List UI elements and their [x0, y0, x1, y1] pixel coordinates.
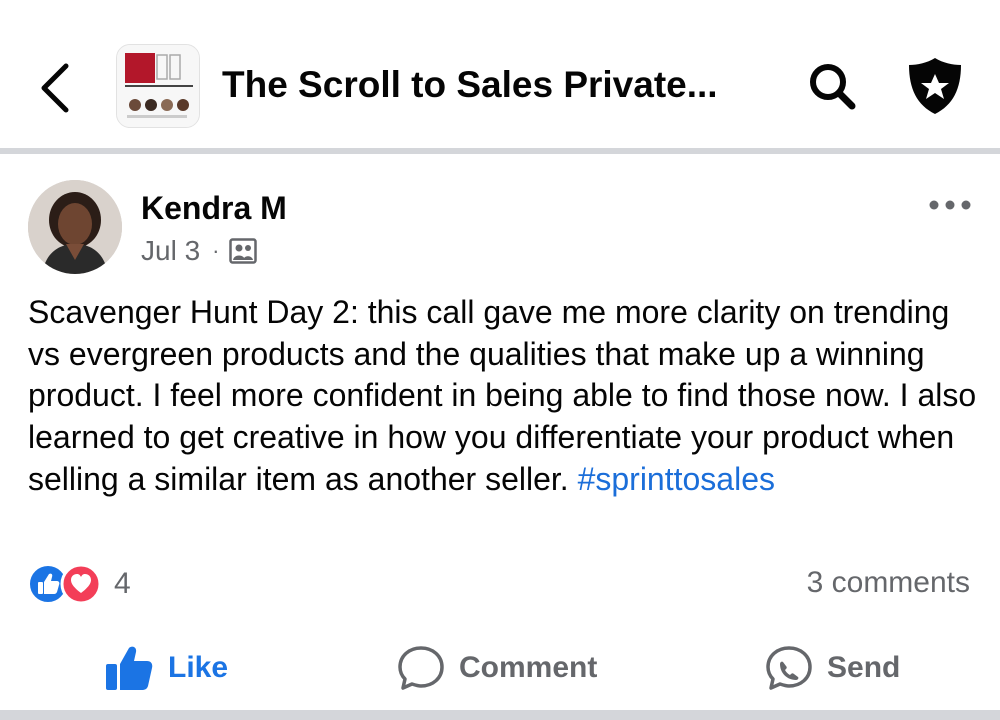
chevron-left-icon: [41, 63, 69, 113]
group-logo-image: [117, 45, 199, 127]
send-label: Send: [827, 651, 901, 684]
post-options-button[interactable]: [925, 195, 975, 215]
more-horizontal-icon: [929, 200, 971, 210]
author-avatar[interactable]: [28, 180, 122, 274]
love-reaction-icon: [60, 563, 102, 605]
meta-separator: ·: [212, 238, 220, 263]
group-cover-thumbnail[interactable]: [116, 44, 200, 128]
like-button[interactable]: Like: [104, 632, 228, 704]
avatar-photo: [28, 180, 122, 274]
back-button[interactable]: [30, 58, 80, 118]
group-title[interactable]: The Scroll to Sales Private...: [222, 62, 718, 108]
header-divider: [0, 148, 1000, 154]
comment-button[interactable]: Comment: [397, 632, 597, 704]
thumbs-up-icon: [106, 646, 153, 690]
send-button[interactable]: Send: [765, 632, 900, 704]
post-bottom-divider: [0, 710, 1000, 720]
author-name[interactable]: Kendra M: [141, 189, 287, 227]
group-header: The Scroll to Sales Private...: [0, 0, 1000, 148]
like-label: Like: [168, 651, 229, 684]
reactions-summary[interactable]: 4: [28, 563, 131, 605]
reaction-icons: [28, 563, 108, 605]
comment-label: Comment: [459, 651, 598, 684]
messenger-send-icon: [766, 646, 812, 690]
hashtag-link[interactable]: #sprinttosales: [578, 461, 775, 497]
search-icon: [810, 64, 856, 110]
post-meta: Jul 3 ·: [141, 234, 258, 268]
post-date[interactable]: Jul 3: [141, 235, 200, 267]
admin-tools-button[interactable]: [905, 55, 965, 117]
comment-bubble-icon: [398, 646, 444, 690]
post-text: Scavenger Hunt Day 2: this call gave me …: [28, 294, 977, 497]
post-action-bar: Like Comment Send: [0, 632, 1000, 704]
comments-count-link[interactable]: 3 comments: [807, 566, 970, 600]
group-audience-icon: [229, 238, 258, 264]
post-body: Scavenger Hunt Day 2: this call gave me …: [28, 292, 978, 501]
reaction-count: 4: [114, 567, 131, 600]
search-button[interactable]: [804, 58, 860, 114]
shield-star-icon: [909, 58, 961, 114]
